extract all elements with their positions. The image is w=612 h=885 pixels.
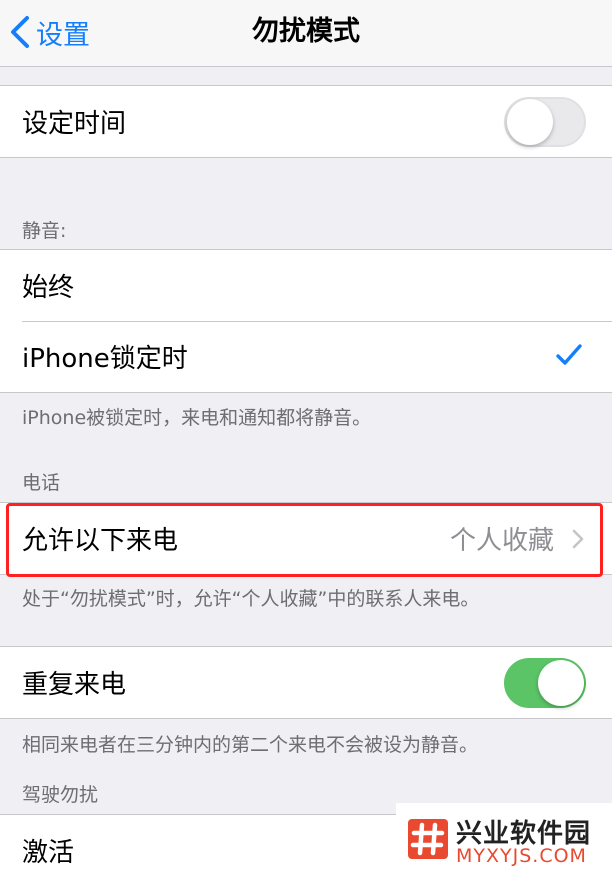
repeated-calls-toggle[interactable] (504, 657, 586, 708)
toggle-knob (538, 659, 584, 706)
schedule-row: 设定时间 (0, 86, 612, 157)
silence-option-label: iPhone锁定时 (22, 344, 188, 374)
repeated-calls-group: 重复来电 (0, 646, 612, 719)
page-title: 勿扰模式 (252, 16, 360, 47)
repeated-calls-label: 重复来电 (22, 670, 127, 700)
watermark-url: MYXYJS.COM (456, 845, 587, 867)
schedule-label: 设定时间 (22, 109, 127, 139)
allow-calls-label: 允许以下来电 (22, 526, 179, 556)
repeated-calls-row: 重复来电 (0, 647, 612, 718)
schedule-group: 设定时间 (0, 85, 612, 158)
phone-header: 电话 (22, 472, 61, 494)
allow-calls-row[interactable]: 允许以下来电 个人收藏 (0, 503, 612, 574)
checkmark-icon (556, 343, 582, 371)
silence-group: 始终 iPhone锁定时 (0, 249, 612, 393)
toggle-knob (507, 98, 553, 145)
activate-label: 激活 (22, 837, 75, 868)
phone-group: 允许以下来电 个人收藏 (0, 502, 612, 575)
hash-logo-icon (408, 819, 448, 859)
silence-header: 静音: (22, 220, 67, 242)
silence-option-always[interactable]: 始终 (0, 250, 612, 321)
repeated-calls-footer: 相同来电者在三分钟内的第二个来电不会被设为静音。 (22, 734, 479, 756)
silence-footer: iPhone被锁定时，来电和通知都将静音。 (22, 407, 372, 429)
silence-option-label: 始终 (22, 273, 75, 303)
schedule-toggle[interactable] (504, 96, 586, 147)
chevron-right-icon (572, 529, 584, 553)
allow-calls-value: 个人收藏 (449, 526, 554, 556)
silence-option-locked[interactable]: iPhone锁定时 (0, 321, 612, 392)
phone-footer: 处于“勿扰模式”时，允许“个人收藏”中的联系人来电。 (22, 588, 480, 610)
watermark: 兴业软件园 MYXYJS.COM (396, 803, 612, 879)
driving-header: 驾驶勿扰 (22, 784, 99, 806)
navigation-bar: 设置 勿扰模式 (0, 0, 612, 67)
